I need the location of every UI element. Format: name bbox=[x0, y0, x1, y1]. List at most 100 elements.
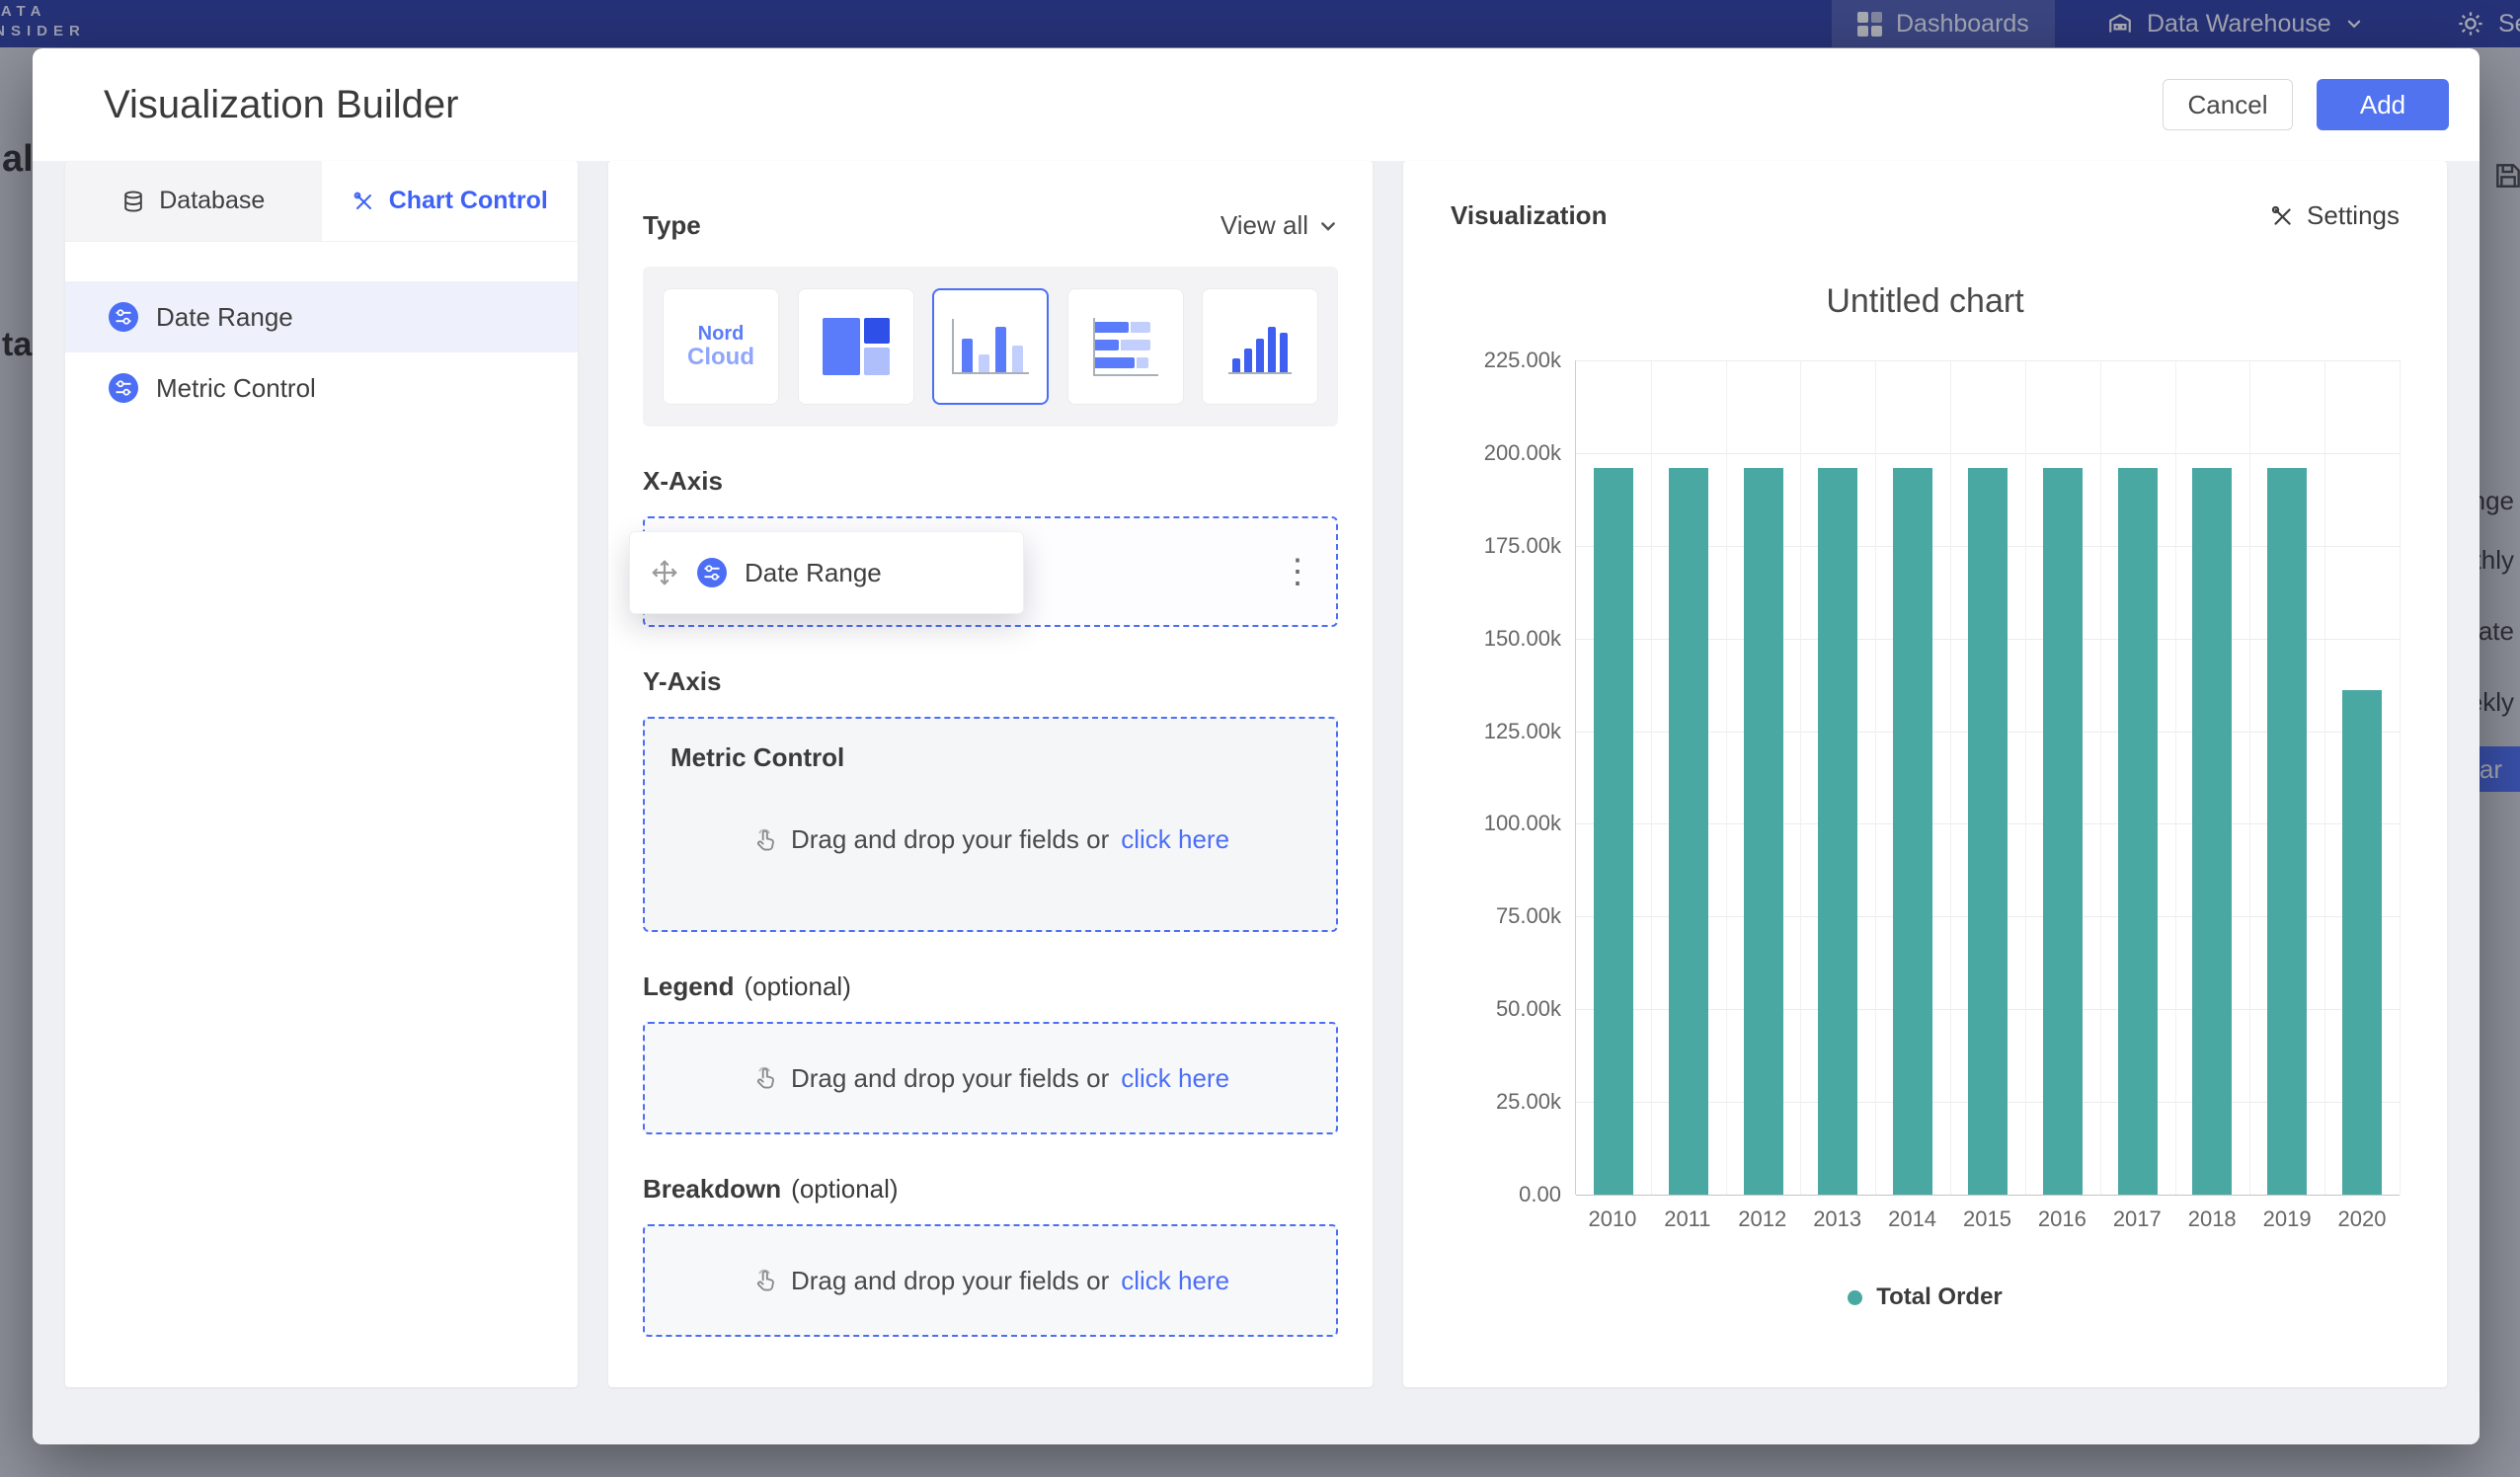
tab-database-label: Database bbox=[159, 187, 265, 215]
x-axis-labels: 2010201120122013201420152016201720182019… bbox=[1575, 1206, 2400, 1232]
y-tick-label: 75.00k bbox=[1496, 903, 1561, 929]
field-item-label: Metric Control bbox=[156, 373, 316, 404]
drag-hand-icon bbox=[751, 1267, 779, 1294]
fields-panel: Database Chart Control Date Range bbox=[65, 161, 578, 1387]
y-tick-label: 125.00k bbox=[1484, 719, 1561, 744]
bar-2018 bbox=[2192, 468, 2232, 1195]
kebab-menu-icon[interactable]: ⋮ bbox=[1281, 555, 1314, 588]
drop-text: Drag and drop your fields or bbox=[791, 1266, 1109, 1296]
wordcloud-icon: Nord Cloud bbox=[687, 323, 754, 370]
x-axis-dropzone[interactable]: Date Range ⋮ bbox=[643, 516, 1338, 627]
y-tick-label: 175.00k bbox=[1484, 533, 1561, 559]
add-button[interactable]: Add bbox=[2317, 79, 2449, 130]
cancel-button[interactable]: Cancel bbox=[2163, 79, 2293, 130]
y-tick-label: 0.00 bbox=[1519, 1182, 1561, 1207]
visualization-panel: Visualization Settings Untitled chart 22… bbox=[1403, 161, 2447, 1387]
chart-settings-label: Settings bbox=[2307, 200, 2400, 231]
chart-type-treemap[interactable] bbox=[798, 288, 914, 405]
legend-heading: Legend bbox=[643, 972, 734, 1002]
legend-dropzone[interactable]: Drag and drop your fields or click here bbox=[643, 1022, 1338, 1134]
x-tick-label: 2019 bbox=[2249, 1206, 2324, 1232]
tab-chart-control[interactable]: Chart Control bbox=[322, 161, 579, 241]
dragged-field-label: Date Range bbox=[745, 558, 882, 588]
y-axis-dropzone[interactable]: Metric Control Drag and drop your fields… bbox=[643, 717, 1338, 932]
horizontal-bar-icon bbox=[1093, 318, 1158, 376]
field-list: Date Range Metric Control bbox=[65, 281, 578, 424]
treemap-icon bbox=[823, 318, 890, 375]
tab-database[interactable]: Database bbox=[65, 161, 322, 241]
tab-chart-control-label: Chart Control bbox=[389, 187, 548, 215]
x-tick-label: 2013 bbox=[1800, 1206, 1875, 1232]
x-tick-label: 2017 bbox=[2099, 1206, 2174, 1232]
y-axis-heading: Y-Axis bbox=[643, 666, 722, 697]
bar-2020 bbox=[2342, 690, 2382, 1195]
bar-2015 bbox=[1968, 468, 2008, 1195]
x-tick-label: 2016 bbox=[2024, 1206, 2099, 1232]
bar-chart-icon bbox=[952, 319, 1029, 374]
builder-panel: Type View all Nord Cloud bbox=[608, 161, 1373, 1387]
chart-settings-button[interactable]: Settings bbox=[2269, 200, 2400, 231]
view-all-button[interactable]: View all bbox=[1221, 210, 1338, 241]
y-tick-label: 150.00k bbox=[1484, 626, 1561, 652]
click-here-link[interactable]: click here bbox=[1121, 1063, 1229, 1094]
drop-text: Drag and drop your fields or bbox=[791, 824, 1109, 855]
control-icon bbox=[697, 558, 727, 587]
x-axis-heading: X-Axis bbox=[643, 466, 723, 497]
chevron-down-icon bbox=[1318, 216, 1338, 236]
y-tick-label: 225.00k bbox=[1484, 348, 1561, 373]
y-tick-label: 50.00k bbox=[1496, 996, 1561, 1022]
y-tick-label: 25.00k bbox=[1496, 1089, 1561, 1115]
field-item-metric-control[interactable]: Metric Control bbox=[65, 352, 578, 424]
breakdown-optional-label: (optional) bbox=[791, 1174, 898, 1205]
bar-2017 bbox=[2118, 468, 2158, 1195]
legend-optional-label: (optional) bbox=[744, 972, 850, 1002]
legend-item-label: Total Order bbox=[1876, 1283, 2003, 1311]
visualization-heading: Visualization bbox=[1451, 200, 1607, 231]
bar-2013 bbox=[1818, 468, 1857, 1195]
move-icon bbox=[650, 558, 679, 587]
bar-2019 bbox=[2267, 468, 2307, 1195]
chart-type-column[interactable] bbox=[1202, 288, 1318, 405]
breakdown-dropzone[interactable]: Drag and drop your fields or click here bbox=[643, 1224, 1338, 1337]
bars bbox=[1576, 360, 2400, 1195]
drag-hand-icon bbox=[751, 1064, 779, 1092]
column-chart-icon bbox=[1228, 319, 1292, 374]
bar-2012 bbox=[1744, 468, 1783, 1195]
x-tick-label: 2018 bbox=[2174, 1206, 2249, 1232]
bar-2014 bbox=[1893, 468, 1932, 1195]
visualization-builder-modal: Visualization Builder Cancel Add Databas… bbox=[33, 48, 2480, 1444]
x-tick-label: 2011 bbox=[1650, 1206, 1725, 1232]
bar-2016 bbox=[2043, 468, 2083, 1195]
x-tick-label: 2014 bbox=[1875, 1206, 1950, 1232]
y-tick-label: 100.00k bbox=[1484, 811, 1561, 836]
click-here-link[interactable]: click here bbox=[1121, 1266, 1229, 1296]
legend-dot bbox=[1848, 1290, 1862, 1305]
tools-icon bbox=[2269, 203, 2295, 229]
chart-type-horizontal-bar[interactable] bbox=[1067, 288, 1184, 405]
click-here-link[interactable]: click here bbox=[1121, 824, 1229, 855]
field-item-date-range[interactable]: Date Range bbox=[65, 281, 578, 352]
chart-title: Untitled chart bbox=[1451, 282, 2400, 321]
left-tabs: Database Chart Control bbox=[65, 161, 578, 242]
x-tick-label: 2015 bbox=[1950, 1206, 2025, 1232]
field-item-label: Date Range bbox=[156, 302, 293, 333]
drag-hand-icon bbox=[751, 826, 779, 854]
type-heading: Type bbox=[643, 210, 701, 241]
chart-type-bar-selected[interactable] bbox=[932, 288, 1049, 405]
modal-header: Visualization Builder Cancel Add bbox=[33, 48, 2480, 161]
tools-icon bbox=[352, 190, 375, 213]
view-all-label: View all bbox=[1221, 210, 1308, 241]
chart-legend[interactable]: Total Order bbox=[1451, 1283, 2400, 1311]
database-icon bbox=[121, 190, 145, 213]
modal-body: Database Chart Control Date Range bbox=[33, 161, 2480, 1444]
chart-type-wordcloud[interactable]: Nord Cloud bbox=[663, 288, 779, 405]
chart-area: 225.00k200.00k175.00k150.00k125.00k100.0… bbox=[1451, 360, 2400, 1195]
x-tick-label: 2020 bbox=[2324, 1206, 2400, 1232]
x-tick-label: 2010 bbox=[1575, 1206, 1650, 1232]
chart-type-strip: Nord Cloud bbox=[643, 267, 1338, 427]
dragged-field-date-range[interactable]: Date Range bbox=[629, 531, 1024, 614]
y-tick-label: 200.00k bbox=[1484, 440, 1561, 466]
plot-area bbox=[1575, 360, 2400, 1195]
control-icon bbox=[109, 373, 138, 403]
breakdown-heading: Breakdown bbox=[643, 1174, 781, 1205]
